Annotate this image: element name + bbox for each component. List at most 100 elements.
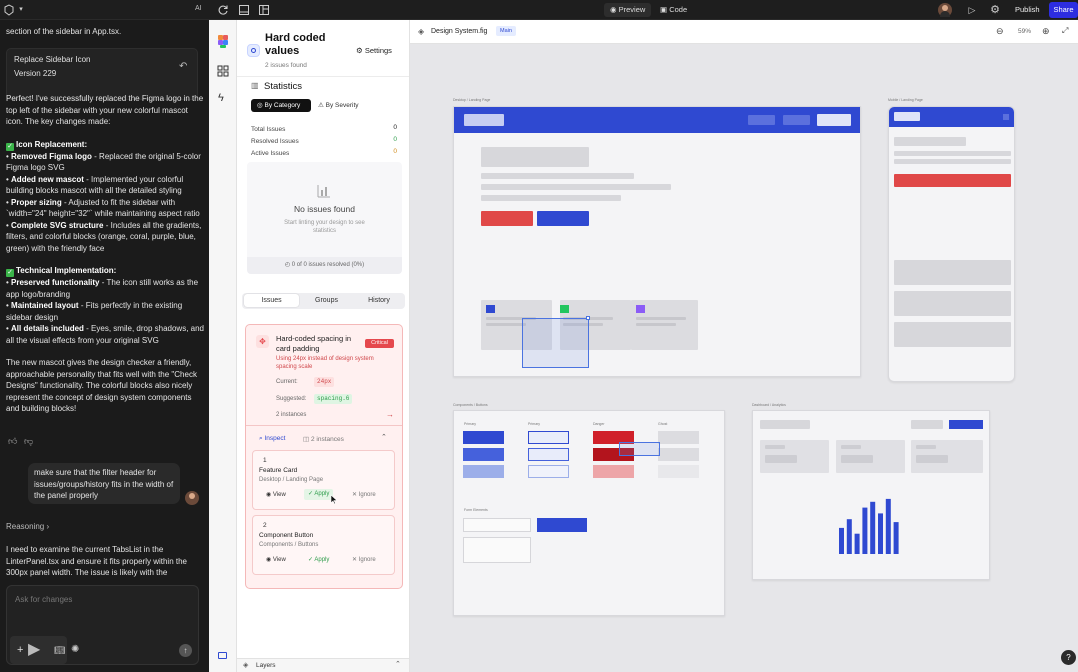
zoom-level[interactable]: 59% (1018, 28, 1031, 35)
undo-icon[interactable]: ↶ (179, 61, 187, 72)
mobile-frame[interactable] (888, 106, 1015, 382)
view-button[interactable]: ◉ View (266, 491, 286, 498)
app-menu-icon[interactable] (3, 4, 15, 16)
bullet-item: • Added new mascot - Implemented your co… (6, 174, 184, 196)
selection-handle (586, 316, 590, 320)
tab-issues[interactable]: Issues (244, 294, 299, 307)
apply-button[interactable]: ✓ Apply (308, 556, 329, 563)
critical-badge: Critical (365, 339, 394, 348)
instances-count: 2 instances (276, 412, 307, 418)
by-severity-tab[interactable]: ⚠ By Severity (318, 99, 359, 112)
code-button[interactable]: ▣ Code (654, 3, 693, 17)
ignore-button[interactable]: ✕ Ignore (352, 491, 376, 498)
chevron-up-icon[interactable]: ⌃ (395, 660, 401, 668)
close-icon: ✕ (352, 557, 358, 563)
summary-text: Perfect! I've successfully replaced the … (6, 94, 204, 126)
instance-number: 1 (263, 457, 267, 464)
ai-label[interactable]: AI (195, 5, 202, 12)
settings-button[interactable]: ⚙ Settings (356, 46, 392, 55)
apply-button[interactable]: ✓ Apply (304, 489, 334, 500)
canvas-toolbar: ◈ Design System.fig Main ⊖ 59% ⊕ ⤢ (410, 20, 1078, 44)
instance-name: Feature Card (259, 467, 298, 474)
chat-input[interactable]: Ask for changes (15, 595, 72, 604)
analytics-bar-chart (839, 498, 899, 554)
thumbs-up-icon[interactable]: 👍︎ (8, 436, 17, 447)
chart-bar (862, 507, 868, 554)
play-icon[interactable]: ▷ (966, 4, 978, 16)
intro-text: section of the sidebar in App.tsx. (6, 27, 122, 36)
reasoning-toggle[interactable]: Reasoning › (6, 522, 49, 531)
preview-button[interactable]: ◉ Preview (604, 3, 652, 17)
expand-icon[interactable]: ⤢ (1062, 26, 1068, 36)
instance-card[interactable]: 1 Feature Card Desktop / Landing Page ◉ … (252, 450, 395, 510)
publish-button[interactable]: Publish (1015, 5, 1040, 14)
help-button[interactable]: ? (1061, 650, 1076, 665)
chevron-right-icon: › (46, 522, 50, 531)
send-button[interactable]: ↑ (179, 644, 192, 657)
gear-icon[interactable]: ⚙ (989, 4, 1001, 16)
design-canvas[interactable]: ◈ Design System.fig Main ⊖ 59% ⊕ ⤢ Deskt… (410, 20, 1078, 672)
zoom-out-icon[interactable]: ⊖ (996, 26, 1004, 37)
stat-row: Total Issues 0 (251, 124, 397, 133)
file-name[interactable]: Design System.fig (431, 28, 487, 35)
eye-icon: ◉ (266, 557, 272, 563)
ignore-button[interactable]: ✕ Ignore (352, 556, 376, 563)
stat-row: Resolved Issues 0 (251, 136, 397, 145)
bolt-icon[interactable]: ϟ (218, 92, 224, 104)
frame-label: Desktop / Landing Page (453, 98, 491, 102)
bullet-item: • Preserved functionality - The icon sti… (6, 278, 199, 299)
version-label: Version 229 (14, 69, 57, 78)
suggested-label: Suggested: (276, 396, 307, 402)
dashboard-frame[interactable] (752, 410, 990, 580)
avatar[interactable] (938, 3, 952, 17)
thumbs-down-icon[interactable]: 👎︎ (24, 436, 33, 447)
inspect-instances: ◫ 2 instances (303, 436, 344, 443)
selection-box (619, 442, 660, 456)
components-frame[interactable]: Primary Primary Danger Ghost Form Elemen… (453, 410, 725, 616)
plus-icon[interactable]: + (17, 644, 23, 656)
split-view-icon[interactable] (258, 4, 270, 16)
by-category-tab[interactable]: ◎ By Category (251, 99, 311, 112)
refresh-icon[interactable] (217, 4, 229, 16)
view-button[interactable]: ◉ View (266, 556, 286, 563)
book-icon[interactable]: 📖︎ (54, 645, 65, 656)
issues-found: 2 issues found (265, 62, 307, 69)
icon-heading: ✓ Icon Replacement: (6, 139, 88, 151)
grid-icon[interactable] (217, 65, 229, 80)
chat-pane: section of the sidebar in App.tsx. Repla… (0, 20, 209, 672)
zoom-in-icon[interactable]: ⊕ (1042, 26, 1050, 37)
check-icon: ✓ (308, 557, 314, 563)
eye-icon: ◉ (610, 5, 617, 14)
issue-description: Using 24px instead of design system spac… (276, 356, 374, 370)
layers-bar[interactable]: ◈ Layers ⌃ (237, 658, 409, 672)
chart-bar (885, 498, 891, 554)
panel-toggle-icon[interactable] (218, 652, 227, 659)
tag-icon: ◎ (257, 102, 263, 109)
instance-name: Component Button (259, 532, 314, 539)
share-button[interactable]: Share (1049, 2, 1078, 18)
mascot-icon[interactable] (217, 34, 229, 48)
chart-bar (878, 513, 883, 554)
sparkle-icon[interactable]: ✺ (71, 644, 79, 655)
inspect-button[interactable]: ⌕ Inspect (259, 435, 285, 443)
feature-card (631, 300, 698, 350)
desktop-frame[interactable] (453, 106, 861, 377)
chevron-up-icon[interactable]: ⌃ (381, 433, 387, 441)
instance-path: Components / Buttons (259, 542, 319, 548)
tab-history[interactable]: History (354, 294, 404, 307)
bullet-item: • Removed Figma logo - Replaced the orig… (6, 151, 201, 173)
tech-heading: ✓ Technical Implementation: (6, 266, 117, 277)
clock-icon: ◴ (284, 262, 291, 268)
issue-card[interactable]: ✥ Hard-coded spacing in card padding Cri… (245, 324, 403, 589)
instance-path: Desktop / Landing Page (259, 477, 324, 483)
chevron-down-icon[interactable]: ▾ (15, 4, 27, 16)
play-icon[interactable]: ▶ (28, 639, 40, 659)
layout-icon[interactable] (238, 4, 250, 16)
instance-card[interactable]: 2 Component Button Components / Buttons … (252, 515, 395, 575)
stats-list: Total Issues 0 Resolved Issues 0 Active … (251, 124, 397, 160)
arrow-right-icon[interactable]: → (386, 410, 394, 419)
issue-title: Hard-coded spacing in card padding (276, 334, 352, 353)
branch-badge: Main (496, 26, 516, 36)
tab-groups[interactable]: Groups (299, 294, 354, 307)
chat-input-box[interactable]: Ask for changes + ▶ 📖︎ ✺ ↑ (6, 585, 199, 665)
